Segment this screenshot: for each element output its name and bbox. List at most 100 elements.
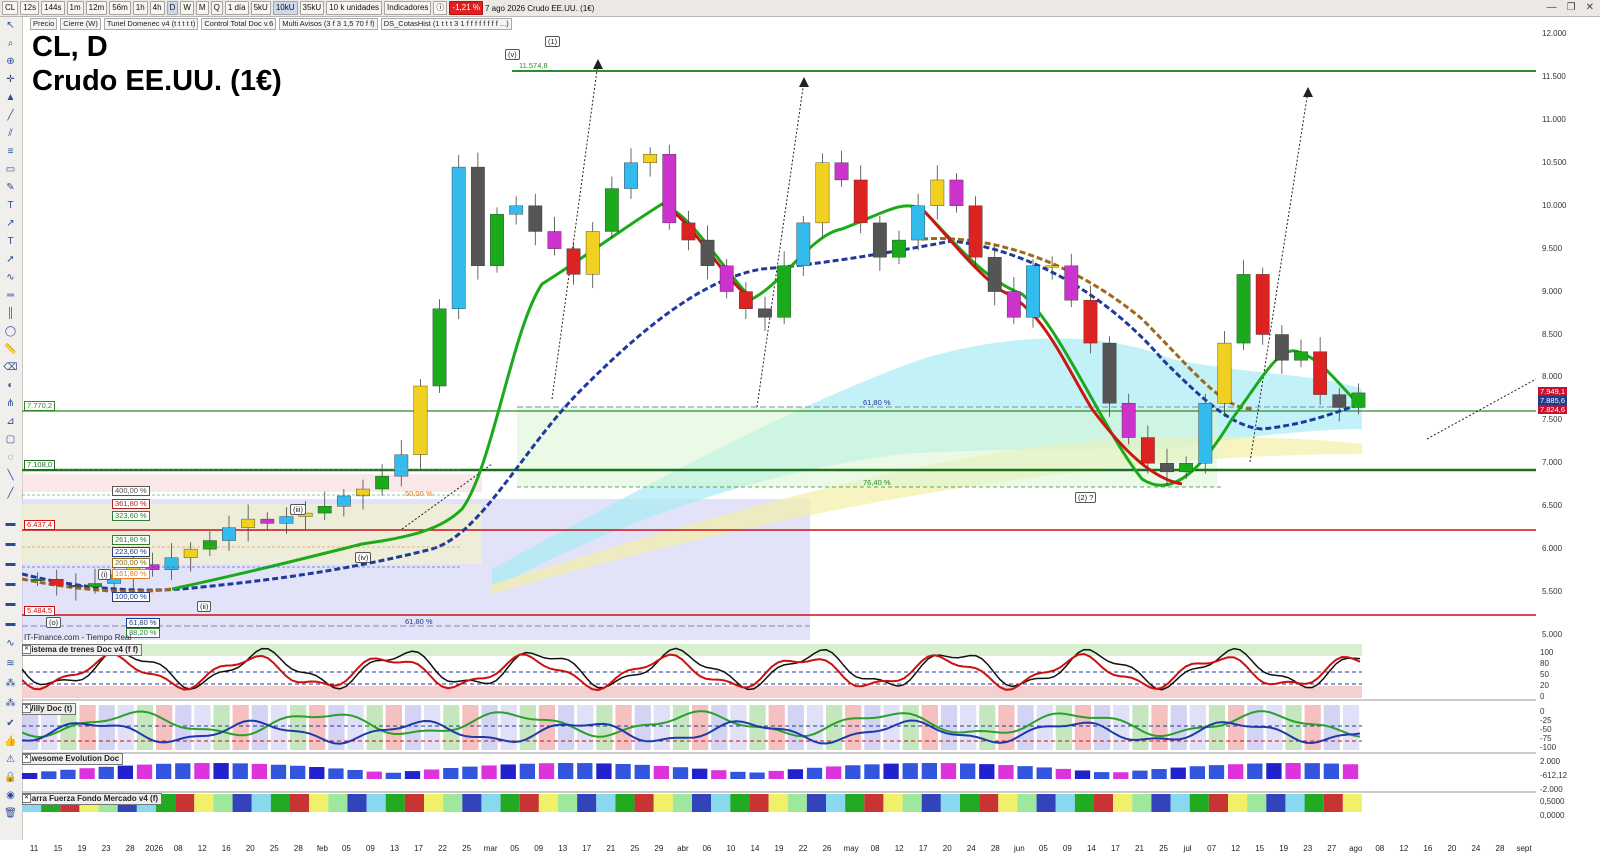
minimize-icon[interactable]: — <box>1547 2 1557 13</box>
unit-35ku[interactable]: 35kU <box>299 1 325 15</box>
price-tick-label: 8.000 <box>1542 372 1563 382</box>
crosshair-icon[interactable]: ✛ <box>3 73 18 86</box>
info-icon[interactable]: ⓘ <box>433 1 448 15</box>
barra-bar <box>251 794 271 812</box>
interval-144s[interactable]: 144s <box>41 1 65 15</box>
close-panel-icon[interactable]: ✕ <box>22 704 31 713</box>
arrow-icon[interactable]: ➚ <box>3 253 18 266</box>
panel-title[interactable]: Sistema de trenes Doc v4 (f f) <box>22 643 143 656</box>
interval-w[interactable]: W <box>180 1 194 15</box>
panel-header: ✕ Sistema de trenes Doc v4 (f f) <box>22 643 143 656</box>
barra-bar <box>921 794 941 812</box>
period-select[interactable]: 1 día <box>224 1 249 15</box>
willy-bar <box>1151 705 1168 750</box>
interval-m[interactable]: M <box>195 1 209 15</box>
trash-icon[interactable]: 🗑 <box>3 807 18 820</box>
symbol-selector[interactable]: CL <box>2 1 19 15</box>
indicator-panels[interactable] <box>22 644 1536 842</box>
awesome-bar <box>232 763 248 779</box>
interval-1h[interactable]: 1h <box>132 1 148 15</box>
maximize-icon[interactable]: ❐ <box>1567 2 1576 13</box>
pattern-icon[interactable]: ⁂ <box>3 677 18 690</box>
line-icon[interactable]: ╲ <box>3 469 18 482</box>
lock-icon[interactable]: 🔒 <box>3 771 18 784</box>
price-chart[interactable] <box>22 29 1536 640</box>
candle <box>1313 351 1328 395</box>
hline-icon[interactable]: ═ <box>3 289 18 302</box>
wave-label: (o) <box>46 617 62 628</box>
candle <box>872 222 887 258</box>
candle <box>1236 274 1251 344</box>
indicators-button[interactable]: Indicadores <box>384 1 432 15</box>
barra-bar <box>672 794 692 812</box>
retrace-label: 50,00 % <box>405 489 433 498</box>
close-panel-icon[interactable]: ✕ <box>22 794 31 803</box>
trendline-icon[interactable]: ╱ <box>3 109 18 122</box>
magnifier-icon[interactable]: ⊕ <box>3 55 18 68</box>
unit-5ku[interactable]: 5kU <box>250 1 271 15</box>
wave-label: (2) ? <box>1075 492 1097 503</box>
text-icon[interactable]: T <box>3 199 18 212</box>
unit-10ku[interactable]: 10kU <box>272 1 298 15</box>
pencil-icon[interactable]: ✎ <box>3 181 18 194</box>
channel-icon[interactable]: ⫽ <box>3 127 18 140</box>
ellipse-icon[interactable]: ◯ <box>3 325 18 338</box>
level-icon[interactable]: ▬ <box>3 577 18 590</box>
pattern-icon[interactable]: ⁂ <box>3 697 18 710</box>
barra-bar <box>290 794 310 812</box>
units-select[interactable]: 10 k unidades <box>326 1 383 15</box>
candle <box>796 222 811 267</box>
level-icon[interactable]: ▬ <box>3 517 18 530</box>
label-icon[interactable]: T <box>3 235 18 248</box>
retrace-label: 61,80 % <box>863 398 891 407</box>
thumb-icon[interactable]: 👍 <box>3 735 18 748</box>
eraser-icon[interactable]: ⌫ <box>3 361 18 374</box>
interval-d[interactable]: D <box>166 1 179 15</box>
zoom-icon[interactable]: ⌕ <box>3 37 18 50</box>
level-label: 11.574,8 <box>519 61 548 70</box>
time-axis[interactable]: 11 15 19 23 28 2026 08 12 16 20 25 28 feb 05 09 13 17 22 2… <box>22 842 1536 858</box>
fib-icon[interactable]: ≡ <box>3 145 18 158</box>
oscillator-icon[interactable]: ≋ <box>3 657 18 670</box>
red-line-icon[interactable]: ╱ <box>3 487 18 500</box>
alert-icon[interactable]: ▲ <box>3 91 18 104</box>
level-icon[interactable]: ▬ <box>3 557 18 570</box>
level-icon[interactable]: ▬ <box>3 597 18 610</box>
close-panel-icon[interactable]: ✕ <box>22 645 31 654</box>
willy-bar <box>960 705 977 750</box>
interval-12s[interactable]: 12s <box>20 1 40 15</box>
wave-tool-icon[interactable]: ∿ <box>3 637 18 650</box>
cycle-icon[interactable]: ◌ <box>3 451 18 464</box>
vline-icon[interactable]: ║ <box>3 307 18 320</box>
rectangle-icon[interactable]: ▭ <box>3 163 18 176</box>
level-icon[interactable]: ▬ <box>3 537 18 550</box>
warning-icon[interactable]: ⚠ <box>3 753 18 766</box>
square-icon[interactable]: ▢ <box>3 433 18 446</box>
interval-12m[interactable]: 12m <box>85 1 108 15</box>
cursor-icon[interactable]: ↖ <box>3 19 18 32</box>
level-icon[interactable]: ▬ <box>3 617 18 630</box>
ray-icon[interactable]: ↗ <box>3 217 18 230</box>
ruler-icon[interactable]: 📏 <box>3 343 18 356</box>
time-tick-label: 12 <box>1399 844 1409 853</box>
fib-level-label: 61,80 % <box>126 618 160 628</box>
pitchfork-icon[interactable]: ⋔ <box>3 397 18 410</box>
candle <box>1351 392 1366 408</box>
gann-icon[interactable]: ⊿ <box>3 415 18 428</box>
panel-title[interactable]: Barra Fuerza Fondo Mercado v4 (f) <box>22 792 163 805</box>
interval-q[interactable]: Q <box>210 1 223 15</box>
awesome-bar <box>1036 767 1052 779</box>
interval-1m[interactable]: 1m <box>66 1 84 15</box>
interval-56m[interactable]: 56m <box>109 1 131 15</box>
panel-title[interactable]: Awesome Evolution Doc <box>22 752 124 765</box>
awesome-bar <box>1342 764 1359 779</box>
time-tick-label: 19 <box>774 844 784 853</box>
eye-icon[interactable]: ◉ <box>3 789 18 802</box>
wave-icon[interactable]: ∿ <box>3 271 18 284</box>
indicator-tick-label: 0 <box>1540 692 1545 701</box>
close-icon[interactable]: ✕ <box>1586 2 1594 13</box>
check-icon[interactable]: ✔ <box>3 717 18 730</box>
circle-tool-icon[interactable]: ◐ <box>3 379 18 392</box>
interval-4h[interactable]: 4h <box>149 1 165 15</box>
close-panel-icon[interactable]: ✕ <box>22 754 31 763</box>
